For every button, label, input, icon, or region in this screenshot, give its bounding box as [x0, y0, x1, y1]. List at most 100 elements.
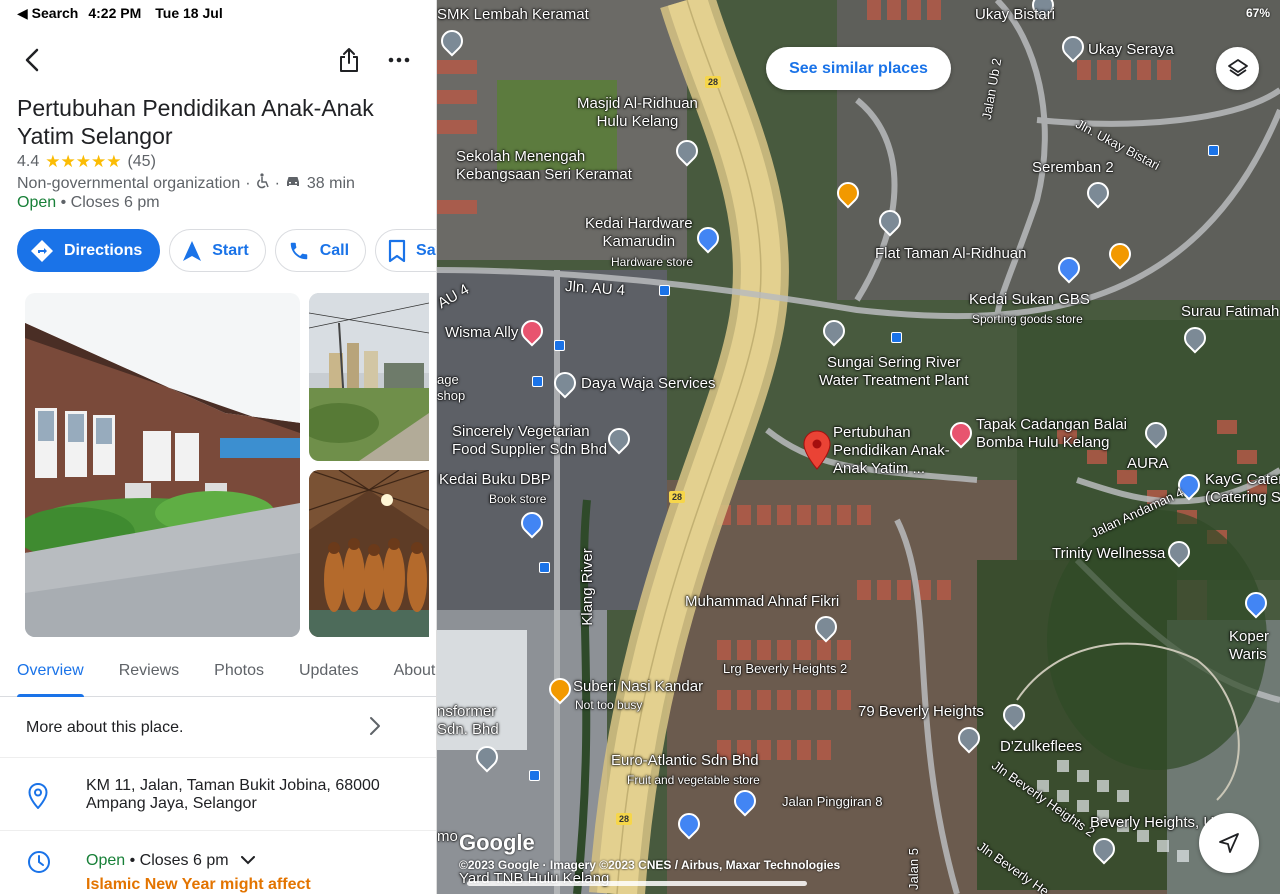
rating-row[interactable]: 4.4 ★★★★★ (45) [17, 152, 156, 172]
start-button[interactable]: Start [169, 229, 266, 272]
bus-stop-icon[interactable] [1208, 145, 1219, 156]
holiday-note: Islamic New Year might affect [86, 876, 311, 893]
drive-time: 38 min [306, 174, 355, 192]
see-similar-places-button[interactable]: See similar places [766, 47, 951, 90]
clock-icon [27, 850, 51, 879]
map-label: nsformer Sdn. Bhd [437, 703, 499, 738]
map-label: Pertubuhan Pendidikan Anak- Anak Yatim .… [833, 424, 950, 477]
place-tabs: Overview Reviews Photos Updates About [0, 652, 436, 697]
map-label: Daya Waja Services [581, 375, 716, 392]
status-time: 4:22 PM [88, 5, 142, 21]
back-icon[interactable] [18, 44, 46, 76]
tab-updates[interactable]: Updates [299, 652, 359, 696]
google-logo: Google [459, 830, 535, 855]
layers-icon[interactable] [1216, 47, 1259, 90]
tab-overview[interactable]: Overview [17, 652, 84, 697]
separator: • [125, 852, 140, 869]
road-number-badge: 28 [669, 491, 686, 503]
map-label: Jalan Pinggiran 8 [782, 794, 883, 809]
map-label: Surau Fatimah [1181, 303, 1280, 320]
map-label: mo [437, 828, 458, 845]
road-number-badge: 28 [616, 813, 633, 825]
save-button[interactable]: Save [375, 229, 436, 272]
phone-icon [290, 242, 307, 259]
car-icon [285, 174, 301, 193]
hours-row[interactable]: Open • Closes 6 pm Islamic New Year migh… [0, 832, 436, 894]
map-label: Ukay Seraya [1088, 41, 1174, 58]
map-label: Beverly Heights, U [1090, 814, 1215, 831]
address-row[interactable]: KM 11, Jalan, Taman Bukit Jobina, 68000 … [0, 759, 436, 831]
map-label: Not too busy [575, 698, 643, 712]
current-location-icon[interactable] [1199, 813, 1259, 873]
bus-stop-icon[interactable] [539, 562, 550, 573]
hours-summary: Open • Closes 6 pm [17, 194, 160, 212]
photo-interior[interactable] [309, 470, 429, 637]
map-label: age shop [437, 372, 466, 403]
photo-building[interactable] [25, 293, 300, 637]
map-label: Ukay Bistari [975, 6, 1056, 23]
map-label: Flat Taman Al-Ridhuan [875, 245, 1027, 262]
map-label: AURA [1127, 455, 1169, 472]
separator: · [274, 174, 280, 192]
separator: · [245, 174, 251, 192]
map-label: Book store [489, 492, 547, 506]
map-label: Sincerely Vegetarian Food Supplier Sdn B… [452, 423, 608, 458]
closing-time: Closes 6 pm [70, 194, 160, 211]
bus-stop-icon[interactable] [659, 285, 670, 296]
selected-place-pin-icon[interactable] [803, 430, 831, 475]
bus-stop-icon[interactable] [532, 376, 543, 387]
map-label: KayG Cater (Catering S [1205, 471, 1280, 506]
map-label: Tapak Cadangan Balai Bomba Hulu Kelang [976, 416, 1127, 451]
more-about-label: More about this place. [26, 718, 184, 736]
map-label: 79 Beverly Heights [858, 703, 984, 720]
satellite-map[interactable]: 67% 28 28 28 SMK Lembah Keramat Ukay Bis… [437, 0, 1280, 894]
hours-open: Open [86, 852, 126, 869]
map-label: Muhammad Ahnaf Fikri [685, 593, 840, 610]
directions-label: Directions [64, 241, 143, 259]
map-label: Koper Waris [1229, 628, 1270, 663]
map-label: Trinity Wellnessa [1052, 545, 1166, 562]
more-about-row[interactable]: More about this place. [0, 698, 436, 758]
map-label: Euro-Atlantic Sdn Bhd [611, 752, 759, 769]
rating-value: 4.4 [17, 153, 40, 170]
place-panel: ◀ Search 4:22 PM Tue 18 Jul Pertubuhan P… [0, 0, 437, 894]
photo-gallery [0, 293, 436, 638]
back-to-search-link[interactable]: ◀ Search [17, 5, 78, 22]
place-title: Pertubuhan Pendidikan Anak-Anak Yatim Se… [17, 95, 374, 149]
start-label: Start [212, 241, 249, 259]
wheelchair-icon [256, 173, 270, 194]
location-pin-icon [28, 782, 48, 814]
chevron-down-icon[interactable] [240, 852, 255, 870]
map-label: Klang River [578, 548, 596, 626]
map-label: Kedai Sukan GBS [969, 291, 1090, 308]
address-text: KM 11, Jalan, Taman Bukit Jobina, 68000 … [86, 777, 380, 812]
directions-button[interactable]: Directions [17, 229, 161, 272]
map-label: Seremban 2 [1032, 159, 1114, 176]
status-date: Tue 18 Jul [155, 5, 223, 21]
bus-stop-icon[interactable] [554, 340, 565, 351]
share-icon[interactable] [334, 44, 364, 76]
map-label: Sungai Sering River Water Treatment Plan… [819, 354, 969, 389]
chevron-right-icon [369, 716, 381, 741]
bus-stop-icon[interactable] [891, 332, 902, 343]
hours-closes: Closes 6 pm [139, 852, 229, 869]
category-row: Non-governmental organization · · 38 min [17, 173, 355, 194]
place-category: Non-governmental organization [17, 174, 241, 192]
road-number-badge: 28 [705, 76, 722, 88]
map-label: Hardware store [611, 255, 694, 269]
tab-reviews[interactable]: Reviews [119, 652, 179, 696]
bus-stop-icon[interactable] [529, 770, 540, 781]
photo-street[interactable] [309, 293, 429, 461]
more-options-icon[interactable] [384, 44, 414, 76]
bookmark-icon [388, 239, 406, 262]
map-label: Jalan 5 [905, 848, 921, 890]
separator: • [60, 194, 71, 211]
map-label: Kedai Buku DBP [439, 471, 551, 488]
map-label: Lrg Beverly Heights 2 [723, 661, 848, 676]
home-indicator[interactable] [467, 881, 807, 886]
open-status: Open [17, 194, 57, 211]
hours-line: Open • Closes 6 pm [86, 852, 255, 870]
tab-about[interactable]: About [394, 652, 436, 696]
call-button[interactable]: Call [274, 229, 367, 272]
tab-photos[interactable]: Photos [214, 652, 264, 696]
